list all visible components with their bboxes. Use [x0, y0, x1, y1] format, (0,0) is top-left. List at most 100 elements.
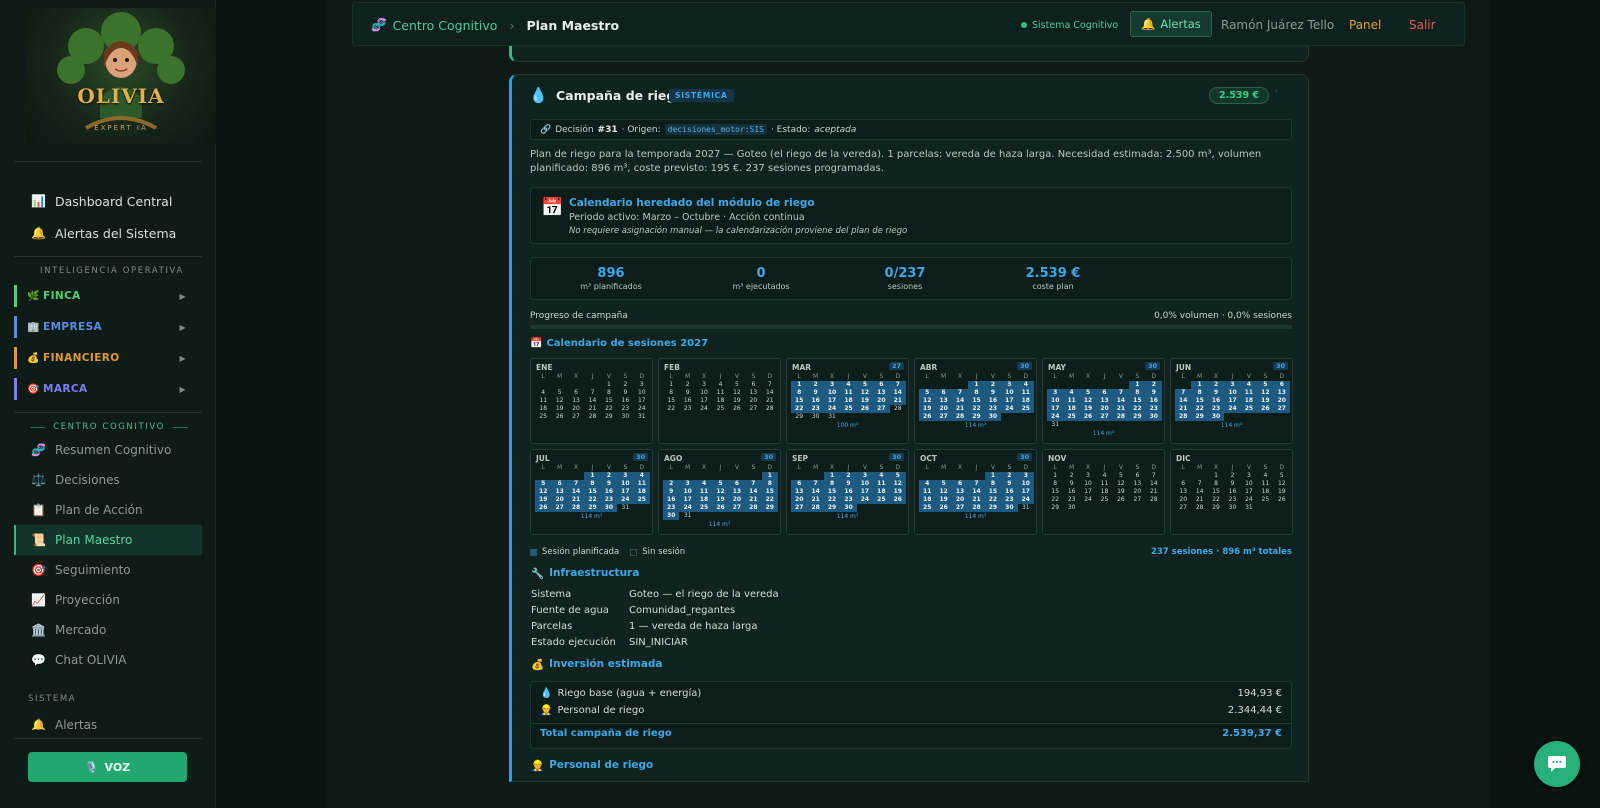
calendar-day: 4: [1102, 472, 1107, 479]
infra-value: SIN_INICIAR: [629, 637, 688, 648]
calendar-day-planned: 1: [791, 381, 808, 389]
logout-link[interactable]: Salir: [1409, 3, 1436, 47]
calendar-blank: [535, 381, 551, 389]
inherited-note: No requiere asignación manual — la calen…: [569, 226, 908, 236]
calendar-day-planned: 24: [1047, 413, 1064, 421]
breadcrumb-root[interactable]: Centro Cognitivo: [393, 18, 498, 33]
sidebar-item-alerts[interactable]: 🔔 Alertas: [14, 712, 202, 730]
sidebar-item-tracking[interactable]: 🎯 Seguimiento: [14, 555, 202, 585]
weekday-header: M: [1197, 373, 1203, 380]
logo-tagline: EXPERT IA: [94, 124, 148, 132]
calendar-day-planned: 21: [968, 496, 985, 504]
calendar-day-planned: 21: [1112, 405, 1130, 413]
backdrop-right: [1490, 0, 1600, 808]
calendar-day-planned: 30: [840, 504, 857, 512]
calendar-day-planned: 22: [761, 496, 778, 504]
calendar-day: 11: [716, 389, 725, 396]
calendar-day-planned: 30: [1145, 413, 1162, 421]
weekday-header: X: [958, 373, 963, 380]
sidebar-item-action-plan[interactable]: 📋 Plan de Acción: [14, 495, 202, 525]
sidebar-item-label: Plan de Acción: [55, 503, 143, 517]
weekday-header: D: [767, 464, 773, 471]
calendar-day-planned: 26: [535, 504, 552, 512]
calendar-day-planned: 19: [856, 397, 874, 405]
calendar-day-planned: 25: [695, 504, 713, 512]
calendar-blank: [551, 381, 567, 389]
calendar-blank: [1175, 472, 1191, 480]
sidebar-item-master-plan[interactable]: 📜 Plan Maestro: [14, 525, 202, 555]
sidebar-item-label: Chat OLIVIA: [55, 653, 127, 667]
category-financiero[interactable]: 💰 FINANCIERO ▶: [14, 347, 202, 369]
calendar-day-planned: 25: [840, 405, 857, 413]
calendar-day-planned: 28: [951, 413, 969, 421]
calendar-day-planned: 6: [873, 381, 890, 389]
calendar-day-planned: 4: [919, 480, 936, 488]
chat-button[interactable]: [1534, 741, 1580, 787]
sidebar-item-chat-olivia[interactable]: 💬 Chat OLIVIA: [14, 645, 202, 675]
calendar-day: 13: [749, 389, 758, 396]
calendar-day-planned: 18: [840, 397, 857, 405]
calendar-day-planned: 21: [889, 397, 906, 405]
sidebar-item-cognitive-summary[interactable]: 🧬 Resumen Cognitivo: [14, 435, 202, 465]
alerts-button[interactable]: 🔔 Alertas: [1130, 11, 1212, 37]
calendar-day: 9: [623, 389, 628, 396]
calendar-day-planned: 29: [761, 504, 778, 512]
calendar-day-planned: 11: [633, 480, 650, 488]
calendar-day-planned: 11: [695, 488, 713, 496]
calendar-day-planned: 15: [1191, 397, 1208, 405]
panel-link[interactable]: Panel: [1349, 3, 1381, 47]
voice-button[interactable]: 🎙️ VOZ: [28, 752, 187, 782]
weekday-header: D: [895, 373, 901, 380]
calendar-day-planned: 10: [1224, 389, 1241, 397]
category-finca[interactable]: 🌿 FINCA ▶: [14, 285, 202, 307]
calendar-day: 14: [1195, 488, 1204, 495]
sidebar-item-system-alerts[interactable]: 🔔 Alertas del Sistema: [14, 218, 202, 248]
month-session-count: 30: [888, 453, 904, 461]
user-name[interactable]: Ramón Juárez Tello: [1221, 3, 1334, 47]
status-dot-icon: [1021, 22, 1027, 28]
sidebar-item-dashboard[interactable]: 📊 Dashboard Central: [14, 186, 202, 216]
category-marca[interactable]: 🎯 MARCA ▶: [14, 378, 202, 400]
calendar-day-planned: 21: [807, 496, 824, 504]
decision-id[interactable]: #31: [598, 125, 618, 135]
sidebar-item-label: Proyección: [55, 593, 120, 607]
calendar-day: 18: [539, 405, 548, 412]
category-empresa[interactable]: 🏢 EMPRESA ▶: [14, 316, 202, 338]
calendar-day-planned: 24: [1224, 405, 1241, 413]
month-grid: L M X J V S D 1 2 3 4 5 6 7 8 9 10 11 12 13 14 15 16 17 18 19 20 21…: [919, 464, 1034, 512]
month-volume: 114 m³: [1092, 430, 1115, 437]
calendar-day-planned: 16: [663, 496, 680, 504]
calendar-day-planned: 18: [695, 496, 713, 504]
system-status: Sistema Cognitivo: [1021, 3, 1118, 47]
calendar-day-planned: 9: [840, 480, 857, 488]
stat-label: m³ planificados: [580, 282, 642, 291]
investment-value: 2.344,44 €: [1227, 705, 1282, 716]
sidebar-item-market[interactable]: 🏛️ Mercado: [14, 615, 202, 645]
calendar-day-planned: 25: [633, 496, 650, 504]
more-dot-icon[interactable]: ·: [1275, 87, 1278, 97]
calendar-day-planned: 5: [712, 480, 729, 488]
calendar-day-planned: 2: [984, 381, 1002, 389]
sidebar: OLIVIA EXPERT IA 📊 Dashboard Central 🔔 A…: [0, 0, 216, 808]
weekday-header: S: [879, 464, 884, 471]
olivia-logo[interactable]: OLIVIA EXPERT IA: [26, 8, 216, 144]
calendar-day-planned: 26: [1257, 405, 1274, 413]
calendar-day: 1: [1214, 472, 1218, 479]
origin-label: · Origen:: [621, 124, 661, 135]
calendar-day-planned: 29: [1129, 413, 1146, 421]
sidebar-item-projection[interactable]: 📈 Proyección: [14, 585, 202, 615]
weekday-header: S: [1135, 373, 1140, 380]
breadcrumb-separator: ›: [509, 17, 515, 33]
speech-bubble-icon: 💬: [31, 653, 46, 667]
calendar-day-planned: 8: [1129, 389, 1146, 397]
sidebar-item-decisions[interactable]: ⚖️ Decisiones: [14, 465, 202, 495]
calendar-day: 17: [637, 397, 646, 404]
weekday-header: V: [990, 464, 995, 471]
calendar-day-planned: 23: [840, 496, 857, 504]
calendar-day: 27: [1179, 504, 1188, 511]
month-grid: L M X J V S D 1 2 3 4 5 6 7 8 9 10 11 12 13 14 15 16 17 18 19 20 21…: [919, 373, 1034, 421]
stat-label: coste plan: [1032, 282, 1074, 291]
month-grid: L M X J V S D 1 2 3 4 5 6 7 8 9 10 11 12 13 14 15 16 17 18 19 20 21…: [663, 373, 778, 413]
calendar-day: 31: [621, 504, 630, 511]
calendar-day-planned: 22: [791, 405, 808, 413]
